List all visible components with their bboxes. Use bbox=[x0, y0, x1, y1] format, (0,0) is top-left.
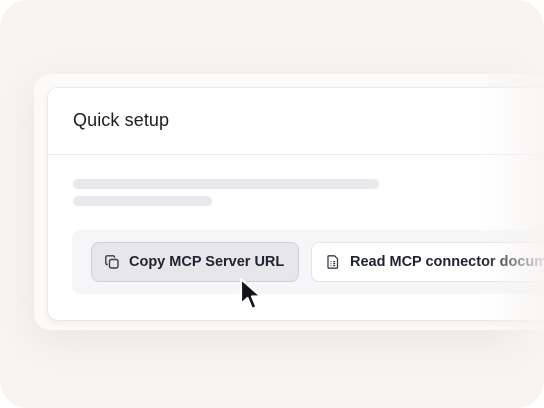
quick-setup-card: Quick setup Copy MCP Server URL Read MCP… bbox=[48, 88, 544, 320]
document-icon bbox=[325, 254, 341, 270]
read-mcp-documentation-button[interactable]: Read MCP connector documentation bbox=[311, 242, 544, 282]
skeleton-line bbox=[73, 179, 379, 189]
read-button-label: Read MCP connector documentation bbox=[350, 254, 544, 270]
skeleton-line bbox=[73, 196, 212, 206]
mouse-pointer-icon bbox=[239, 277, 263, 311]
copy-button-label: Copy MCP Server URL bbox=[129, 254, 285, 270]
card-divider bbox=[48, 154, 544, 155]
screenshot-frame: Quick setup Copy MCP Server URL Read MCP… bbox=[0, 0, 544, 408]
card-title: Quick setup bbox=[73, 110, 170, 130]
copy-icon bbox=[104, 254, 120, 270]
action-strip: Copy MCP Server URL Read MCP connector d… bbox=[72, 230, 544, 294]
